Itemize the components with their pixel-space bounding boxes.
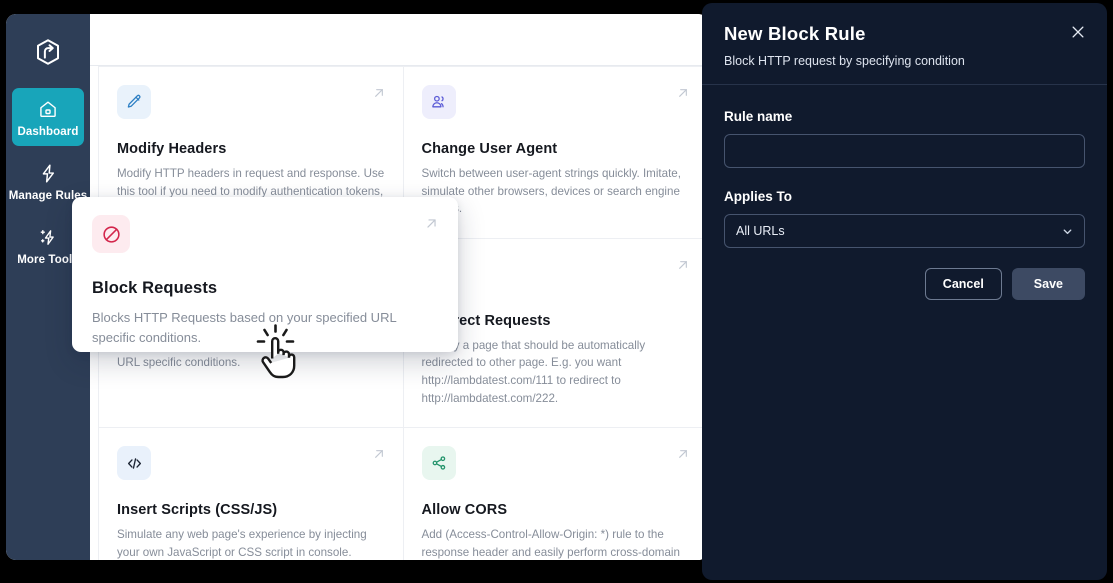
tool-card-description: Simulate any web page's experience by in…: [117, 528, 367, 559]
top-bar: [90, 14, 708, 66]
open-arrow-icon[interactable]: [423, 215, 440, 237]
tool-card-title: Allow CORS: [421, 502, 508, 519]
hovered-tool-card-block-requests[interactable]: Block Requests Blocks HTTP Requests base…: [72, 197, 458, 352]
sidebar-item-label: More Tools: [17, 254, 79, 266]
sidebar-item-dashboard[interactable]: Dashboard: [12, 88, 84, 146]
tool-card-title: Insert Scripts (CSS/JS): [117, 502, 278, 519]
sidebar-item-label: Dashboard: [17, 126, 79, 138]
tool-card-description: Specify a page that should be automatica…: [421, 338, 646, 405]
sparkle-icon: [38, 225, 59, 249]
tool-card-insert-scripts[interactable]: Insert Scripts (CSS/JS) Simulate any web…: [99, 428, 404, 560]
share-icon: [421, 446, 456, 481]
screen-root: Dashboard Manage Rules More Tools Modify…: [0, 0, 1113, 583]
tool-card-allow-cors[interactable]: Allow CORS Add (Access-Control-Allow-Ori…: [403, 428, 708, 560]
panel-actions: Cancel Save: [724, 268, 1085, 300]
block-icon: [92, 215, 130, 253]
tool-card-description: Add (Access-Control-Allow-Origin: *) rul…: [421, 528, 680, 559]
rule-name-label: Rule name: [724, 109, 793, 124]
new-block-rule-panel: New Block Rule Block HTTP request by spe…: [702, 3, 1107, 580]
panel-subtitle: Block HTTP request by specifying conditi…: [724, 54, 965, 68]
applies-to-label: Applies To: [724, 189, 793, 204]
open-arrow-icon[interactable]: [675, 257, 691, 278]
open-arrow-icon[interactable]: [371, 85, 387, 106]
tool-card-description: Switch between user-agent strings quickl…: [421, 167, 681, 215]
tool-card-title: Change User Agent: [421, 141, 558, 157]
code-icon: [117, 446, 151, 481]
close-icon[interactable]: [1069, 23, 1087, 46]
save-button[interactable]: Save: [1011, 268, 1085, 300]
bolt-icon: [38, 161, 59, 185]
open-arrow-icon[interactable]: [675, 446, 691, 467]
open-arrow-icon[interactable]: [675, 85, 691, 106]
tool-card-title: Modify Headers: [117, 141, 227, 157]
home-icon: [38, 97, 58, 121]
applies-to-selected-value: All URLs: [736, 224, 785, 238]
tool-card-title: Redirect Requests: [421, 312, 551, 329]
cancel-button[interactable]: Cancel: [924, 268, 1002, 300]
requestly-hexagon-logo-icon: [28, 32, 68, 72]
panel-header: New Block Rule Block HTTP request by spe…: [702, 3, 1107, 85]
rule-name-input[interactable]: [724, 134, 1085, 168]
tool-card-description: Blocks HTTP Requests based on your speci…: [92, 310, 397, 345]
panel-body: Rule name Applies To All URLs Cancel Sav…: [702, 85, 1107, 300]
open-arrow-icon[interactable]: [371, 446, 387, 467]
tool-card-title: Block Requests: [92, 279, 218, 297]
applies-to-select-wrap: All URLs: [724, 214, 1085, 248]
users-icon: [421, 85, 456, 119]
pencil-icon: [117, 85, 151, 119]
panel-title: New Block Rule: [724, 23, 866, 44]
applies-to-select[interactable]: All URLs: [724, 214, 1085, 248]
field-spacer: [724, 168, 1085, 189]
